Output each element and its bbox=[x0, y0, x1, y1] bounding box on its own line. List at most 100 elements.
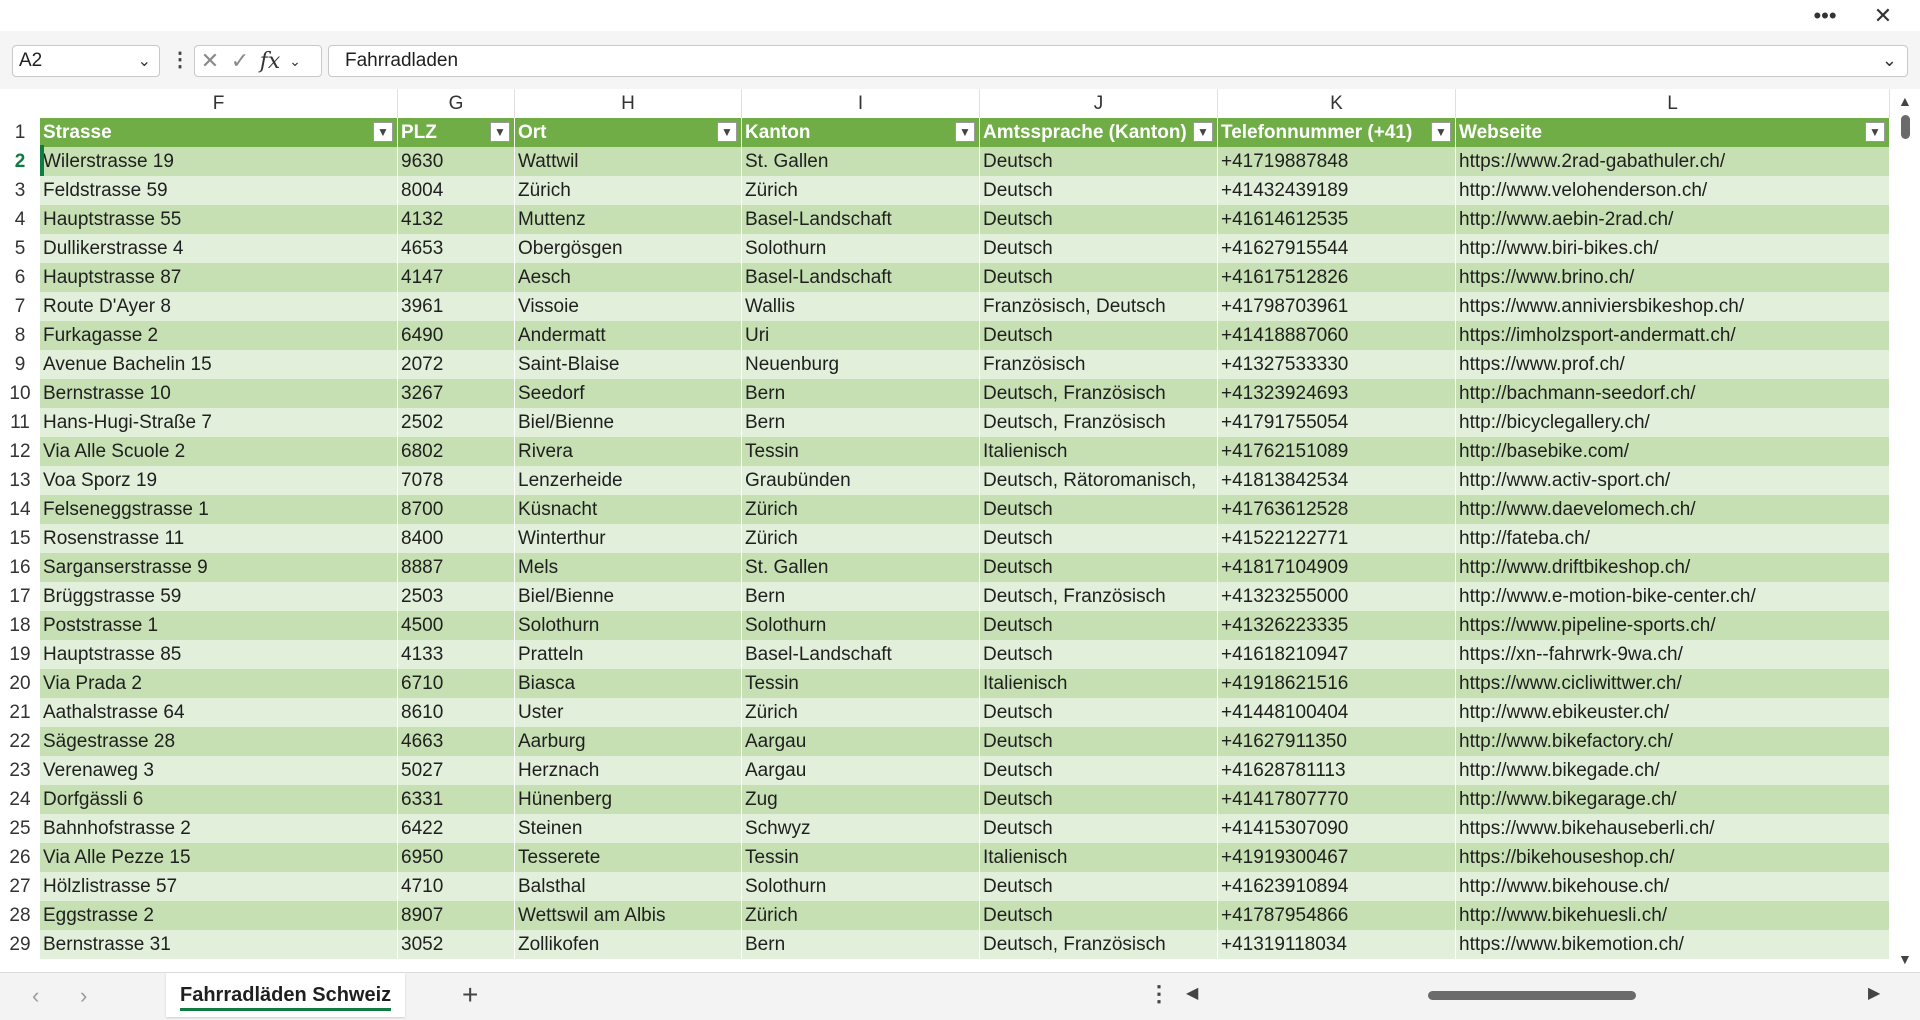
table-cell[interactable]: Aathalstrasse 64 bbox=[40, 698, 398, 727]
table-cell[interactable]: Deutsch bbox=[980, 495, 1218, 524]
row-header[interactable]: 4 bbox=[0, 205, 40, 234]
horizontal-scroll-thumb[interactable] bbox=[1428, 991, 1636, 1000]
row-header[interactable]: 6 bbox=[0, 263, 40, 292]
table-cell[interactable]: Französisch, Deutsch bbox=[980, 292, 1218, 321]
filter-dropdown-icon[interactable]: ▼ bbox=[1193, 122, 1213, 142]
row-header[interactable]: 24 bbox=[0, 785, 40, 814]
table-cell[interactable]: 4663 bbox=[398, 727, 515, 756]
table-cell[interactable]: +41627915544 bbox=[1218, 234, 1456, 263]
table-cell[interactable]: 4147 bbox=[398, 263, 515, 292]
table-cell[interactable]: Deutsch bbox=[980, 756, 1218, 785]
column-header-f[interactable]: F bbox=[40, 89, 398, 118]
table-cell[interactable]: Sarganserstrasse 9 bbox=[40, 553, 398, 582]
table-cell[interactable]: Hauptstrasse 87 bbox=[40, 263, 398, 292]
table-cell[interactable]: 8004 bbox=[398, 176, 515, 205]
table-cell[interactable]: Basel-Landschaft bbox=[742, 640, 980, 669]
vertical-scrollbar[interactable]: ▲ ▼ bbox=[1890, 89, 1920, 972]
table-cell[interactable]: Deutsch bbox=[980, 872, 1218, 901]
row-header[interactable]: 11 bbox=[0, 408, 40, 437]
table-cell[interactable]: Tessin bbox=[742, 843, 980, 872]
row-header[interactable]: 15 bbox=[0, 524, 40, 553]
column-header-h[interactable]: H bbox=[515, 89, 742, 118]
table-cell[interactable]: http://www.aebin-2rad.ch/ bbox=[1456, 205, 1890, 234]
table-cell[interactable]: Deutsch bbox=[980, 234, 1218, 263]
table-cell[interactable]: Muttenz bbox=[515, 205, 742, 234]
spreadsheet-grid[interactable]: F G H I J K L 1 Strasse ▼ PLZ ▼ Ort ▼ Kanton ▼ Amtssprac… bbox=[0, 89, 1890, 972]
chevron-down-icon[interactable]: ⌄ bbox=[138, 51, 151, 71]
table-cell[interactable]: Biel/Bienne bbox=[515, 582, 742, 611]
table-cell[interactable]: http://www.bikefactory.ch/ bbox=[1456, 727, 1890, 756]
table-cell[interactable]: Aargau bbox=[742, 756, 980, 785]
table-cell[interactable]: Deutsch, Rätoromanisch, bbox=[980, 466, 1218, 495]
table-cell[interactable]: +41719887848 bbox=[1218, 147, 1456, 176]
add-sheet-icon[interactable]: + bbox=[462, 979, 478, 1011]
table-cell[interactable]: +41617512826 bbox=[1218, 263, 1456, 292]
table-cell[interactable]: 4132 bbox=[398, 205, 515, 234]
next-sheet-icon[interactable]: › bbox=[80, 983, 87, 1009]
row-header[interactable]: 17 bbox=[0, 582, 40, 611]
table-cell[interactable]: Hünenberg bbox=[515, 785, 742, 814]
table-cell[interactable]: Deutsch bbox=[980, 147, 1218, 176]
table-cell[interactable]: http://www.e-motion-bike-center.ch/ bbox=[1456, 582, 1890, 611]
table-cell[interactable]: Biel/Bienne bbox=[515, 408, 742, 437]
table-cell[interactable]: Deutsch bbox=[980, 524, 1218, 553]
row-header[interactable]: 13 bbox=[0, 466, 40, 495]
row-header[interactable]: 2 bbox=[0, 147, 40, 176]
table-cell[interactable]: Deutsch, Französisch bbox=[980, 408, 1218, 437]
table-cell[interactable]: https://www.bikehauseberli.ch/ bbox=[1456, 814, 1890, 843]
table-cell[interactable]: Hauptstrasse 55 bbox=[40, 205, 398, 234]
table-cell[interactable]: Französisch bbox=[980, 350, 1218, 379]
table-cell[interactable]: Deutsch bbox=[980, 205, 1218, 234]
table-cell[interactable]: Basel-Landschaft bbox=[742, 263, 980, 292]
row-header[interactable]: 5 bbox=[0, 234, 40, 263]
table-header-cell[interactable]: Ort ▼ bbox=[515, 118, 742, 147]
table-cell[interactable]: Dullikerstrasse 4 bbox=[40, 234, 398, 263]
filter-dropdown-icon[interactable]: ▼ bbox=[1431, 122, 1451, 142]
table-cell[interactable]: Feldstrasse 59 bbox=[40, 176, 398, 205]
scroll-left-icon[interactable]: ◀ bbox=[1186, 983, 1198, 1003]
row-header[interactable]: 27 bbox=[0, 872, 40, 901]
table-cell[interactable]: 8700 bbox=[398, 495, 515, 524]
table-cell[interactable]: 4710 bbox=[398, 872, 515, 901]
table-cell[interactable]: Schwyz bbox=[742, 814, 980, 843]
table-cell[interactable]: Solothurn bbox=[742, 234, 980, 263]
row-header[interactable]: 1 bbox=[0, 118, 40, 147]
table-cell[interactable]: Bern bbox=[742, 379, 980, 408]
row-header[interactable]: 8 bbox=[0, 321, 40, 350]
filter-dropdown-icon[interactable]: ▼ bbox=[490, 122, 510, 142]
horizontal-scrollbar[interactable]: ◀ ▶ bbox=[1182, 985, 1882, 1005]
table-cell[interactable]: http://www.velohenderson.ch/ bbox=[1456, 176, 1890, 205]
table-cell[interactable]: 3961 bbox=[398, 292, 515, 321]
table-header-cell[interactable]: Telefonnummer (+41) ▼ bbox=[1218, 118, 1456, 147]
table-cell[interactable]: Saint-Blaise bbox=[515, 350, 742, 379]
table-cell[interactable]: https://xn--fahrwrk-9wa.ch/ bbox=[1456, 640, 1890, 669]
table-cell[interactable]: Winterthur bbox=[515, 524, 742, 553]
row-header[interactable]: 25 bbox=[0, 814, 40, 843]
table-cell[interactable]: 2502 bbox=[398, 408, 515, 437]
table-cell[interactable]: +41415307090 bbox=[1218, 814, 1456, 843]
table-cell[interactable]: http://www.driftbikeshop.ch/ bbox=[1456, 553, 1890, 582]
table-cell[interactable]: Felseneggstrasse 1 bbox=[40, 495, 398, 524]
table-cell[interactable]: 4500 bbox=[398, 611, 515, 640]
row-header[interactable]: 19 bbox=[0, 640, 40, 669]
table-cell[interactable]: +41627911350 bbox=[1218, 727, 1456, 756]
table-cell[interactable]: Deutsch bbox=[980, 553, 1218, 582]
table-cell[interactable]: 6802 bbox=[398, 437, 515, 466]
table-cell[interactable]: http://www.ebikeuster.ch/ bbox=[1456, 698, 1890, 727]
table-cell[interactable]: 8400 bbox=[398, 524, 515, 553]
table-cell[interactable]: Aargau bbox=[742, 727, 980, 756]
table-cell[interactable]: 6710 bbox=[398, 669, 515, 698]
table-cell[interactable]: Deutsch bbox=[980, 814, 1218, 843]
table-cell[interactable]: Tessin bbox=[742, 437, 980, 466]
table-cell[interactable]: +41628781113 bbox=[1218, 756, 1456, 785]
column-header-g[interactable]: G bbox=[398, 89, 515, 118]
table-cell[interactable]: +41323924693 bbox=[1218, 379, 1456, 408]
table-cell[interactable]: +41417807770 bbox=[1218, 785, 1456, 814]
table-cell[interactable]: Bern bbox=[742, 930, 980, 959]
table-cell[interactable]: Lenzerheide bbox=[515, 466, 742, 495]
table-cell[interactable]: Via Prada 2 bbox=[40, 669, 398, 698]
table-header-cell[interactable]: Kanton ▼ bbox=[742, 118, 980, 147]
table-cell[interactable]: Deutsch bbox=[980, 698, 1218, 727]
table-cell[interactable]: +41817104909 bbox=[1218, 553, 1456, 582]
more-options-icon[interactable]: ••• bbox=[1802, 0, 1848, 31]
